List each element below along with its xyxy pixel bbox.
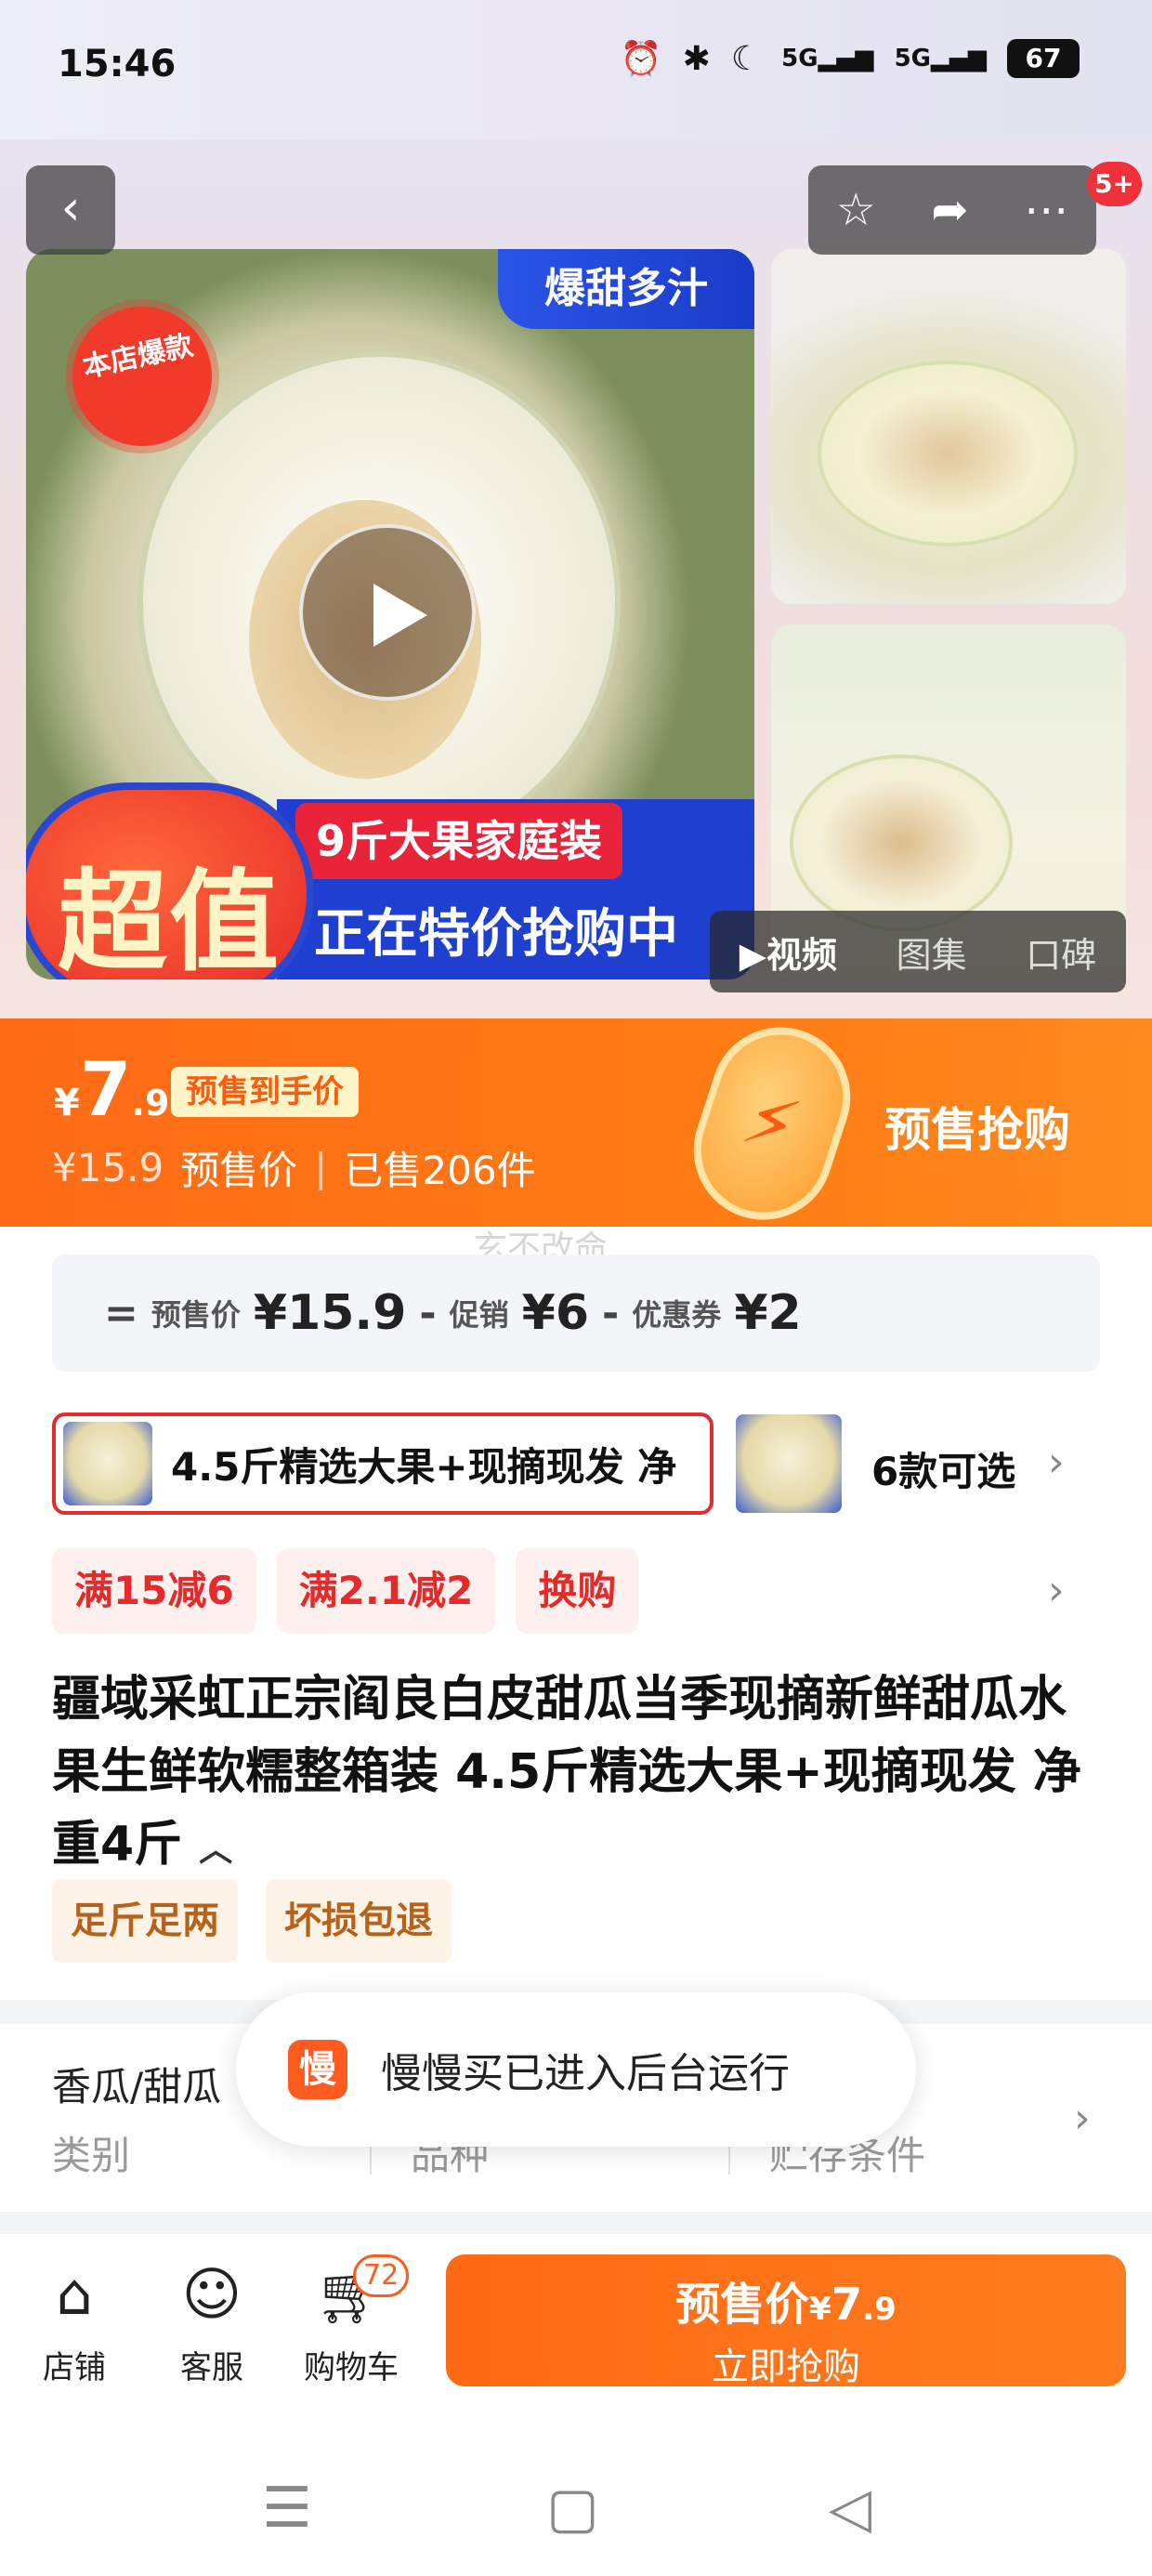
play-icon[interactable] [299,524,476,701]
sold-count: 已售206件 [344,1148,536,1193]
tab-gallery[interactable]: 图集 [897,927,967,978]
promo-tags: 满15减6 满2.1减2 换购 [52,1548,639,1634]
buy-now-button[interactable]: 预售价¥7.9 立即抢购 [446,2254,1126,2388]
sku-thumbnail[interactable] [736,1414,842,1513]
sku-selected[interactable]: 4.5斤精选大果+现摘现发 净 [52,1413,713,1515]
status-bar: 15:46 ⏰ ✱ ☾ 5G▂▄▆ 5G▂▄▆ 67 [0,0,1152,139]
melon-image [818,361,1078,546]
original-price-label: 预售价 [180,1148,298,1193]
tab-video[interactable]: ▶视频 [740,927,837,978]
section-divider [0,2212,1152,2234]
ribbon-label: 爆甜多汁 [498,249,754,329]
message-badge: 5+ [1087,162,1142,206]
home-icon[interactable]: ▢ [546,2476,599,2541]
star-icon[interactable]: ☆ [836,184,876,236]
collapse-icon[interactable]: ︿ [199,1831,232,1869]
bluetooth-icon: ✱ [682,39,711,78]
separator: | [314,1145,328,1190]
price-chip: 预售到手价 [171,1067,359,1117]
price-main: ¥7.9 [54,1046,170,1133]
product-title: 疆域采虹正宗阎良白皮甜瓜当季现摘新鲜甜瓜水果生鲜软糯整箱装 4.5斤精选大果+现… [52,1672,1081,1873]
service-tags: 足斤足两 坏损包退 [52,1879,452,1963]
value-seal: 超值 [26,782,314,979]
signal-icon: 5G▂▄▆ [781,45,874,72]
media-tabs: ▶视频 图集 口碑 [710,911,1126,992]
chevron-right-icon[interactable]: › [1048,1567,1065,1614]
spec-category-value: 香瓜/甜瓜 [52,2064,222,2109]
chevron-left-icon: ‹ [60,180,81,236]
tab-reviews[interactable]: 口碑 [1026,927,1096,978]
sku-label: 4.5斤精选大果+现摘现发 净 [171,1443,677,1490]
cart-count-badge: 72 [353,2254,410,2297]
status-time: 15:46 [58,43,177,85]
smile-icon: ☺ [181,2260,242,2328]
moon-icon: ☾ [730,39,762,78]
status-icons: ⏰ ✱ ☾ 5G▂▄▆ 5G▂▄▆ 67 [621,39,1080,78]
melon-image [790,755,1013,931]
back-nav-icon[interactable]: ◁ [829,2476,871,2541]
promo-tag[interactable]: 换购 [516,1548,639,1634]
main-product-video[interactable]: 爆甜多汁 本店爆款 9斤大果家庭装 正在特价抢购中 超值 [26,249,754,979]
shop-button[interactable]: ⌂ 店铺 [9,2260,139,2387]
customer-service-button[interactable]: ☺ 客服 [147,2260,277,2387]
header-actions: ☆ ➦ ⋯ [808,165,1096,255]
more-icon[interactable]: ⋯ [1024,184,1068,236]
original-price: ¥15.9 [52,1145,164,1190]
app-icon: 慢 [288,2040,347,2099]
promo-line-2: 正在特价抢购中 [314,904,678,965]
menu-icon[interactable]: ☰ [262,2476,312,2541]
gallery-thumbnail[interactable] [771,249,1126,604]
chevron-right-icon[interactable]: › [1048,1439,1065,1486]
shop-icon: ⌂ [56,2260,93,2328]
sku-thumbnail [63,1422,152,1505]
service-tag: 足斤足两 [52,1879,238,1963]
alarm-icon: ⏰ [620,40,662,78]
promo-line-1: 9斤大果家庭装 [295,803,623,879]
price-sub: ¥15.9 预售价 | 已售206件 [52,1139,536,1196]
promo-tag[interactable]: 满2.1减2 [276,1548,496,1634]
promo-tag[interactable]: 满15减6 [52,1548,256,1634]
sku-options-count[interactable]: 6款可选 [871,1440,1015,1497]
background-toast: 慢 慢慢买已进入后台运行 [236,1992,916,2147]
back-button[interactable]: ‹ [26,165,115,255]
service-tag: 坏损包退 [266,1879,452,1963]
share-icon[interactable]: ➦ [931,184,968,236]
signal-icon: 5G▂▄▆ [894,45,987,72]
chevron-right-icon[interactable]: › [1074,2095,1091,2142]
battery-icon: 67 [1007,39,1080,78]
price-formula: = 预售价 ¥15.9 - 促销 ¥6 - 优惠券 ¥2 [52,1255,1100,1372]
presale-cta: 预售抢购 [884,1103,1070,1157]
toast-message: 慢慢买已进入后台运行 [381,2050,790,2097]
